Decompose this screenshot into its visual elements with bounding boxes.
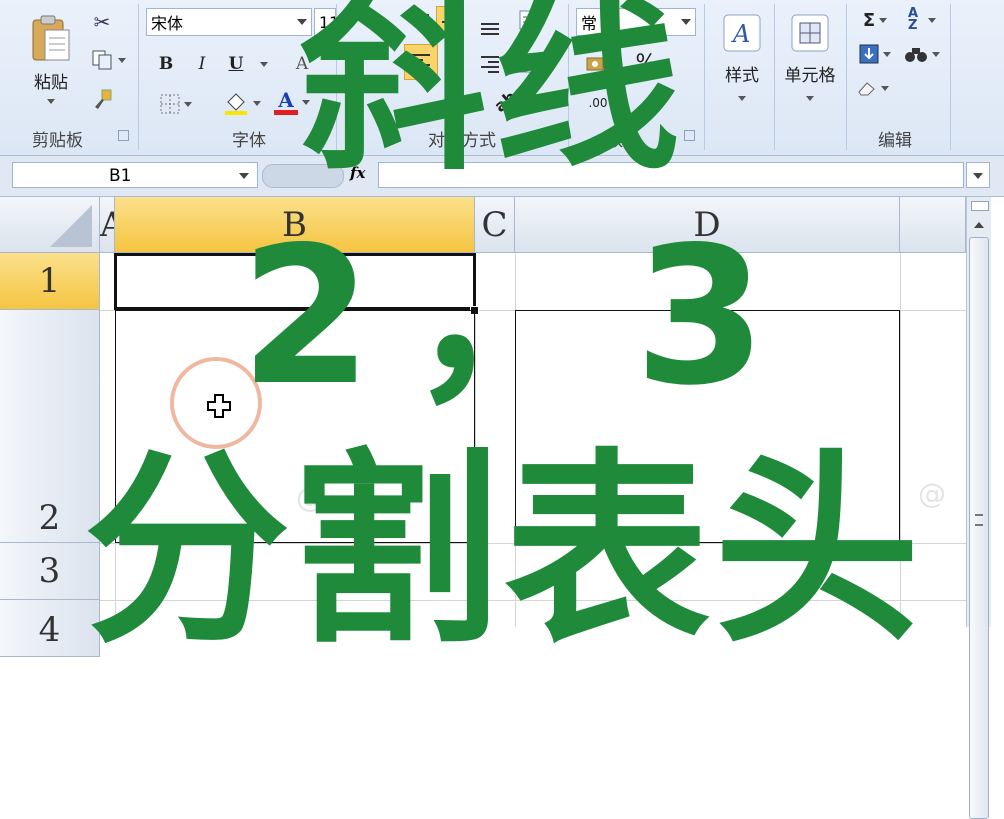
chevron-down-icon [260, 62, 268, 67]
overlay-title-line1: 斜线 [300, 0, 689, 195]
group-divider [704, 4, 705, 150]
chevron-down-icon [928, 17, 936, 23]
chevron-down-icon [881, 85, 889, 91]
copy-icon [92, 50, 112, 70]
font-name-select[interactable]: 宋体 [146, 8, 312, 36]
column-header-e[interactable] [900, 197, 966, 253]
underline-button[interactable]: U [222, 50, 250, 78]
cells-button[interactable]: 单元格 [778, 4, 842, 110]
chevron-down-icon [253, 100, 261, 106]
clipboard-launcher-icon[interactable] [118, 130, 129, 141]
paint-bucket-icon [225, 93, 247, 115]
scroll-up-button[interactable] [969, 215, 989, 235]
row-header-1[interactable]: 1 [0, 253, 100, 310]
paste-button[interactable]: 粘贴 [20, 4, 82, 114]
chevron-down-icon [879, 17, 888, 23]
font-color-glyph: A [278, 87, 294, 112]
cut-button[interactable]: ✂ [88, 8, 116, 36]
sort-glyph: A Z [908, 6, 919, 33]
borders-button[interactable] [152, 90, 200, 118]
cells-icon [791, 14, 829, 52]
chevron-down-icon [973, 173, 983, 179]
styles-icon: A [723, 14, 761, 52]
chevron-down-icon [806, 96, 814, 101]
name-box-value: B1 [109, 166, 132, 186]
group-divider [774, 4, 775, 150]
font-group-label: 字体 [232, 131, 266, 151]
font-color-swatch [274, 109, 298, 115]
chevron-down-icon [118, 57, 126, 63]
sort-filter-button[interactable]: A Z [898, 4, 946, 36]
paste-label: 粘贴 [34, 73, 68, 93]
copy-button[interactable] [86, 46, 132, 74]
sum-glyph: Σ [862, 9, 876, 31]
select-all-triangle-icon [50, 205, 92, 247]
brush-icon [95, 89, 112, 109]
cell-cursor-icon [207, 394, 231, 418]
overlay-title-line2: 2，3 [240, 206, 803, 427]
grip-icon [975, 514, 983, 526]
scissors-icon: ✂ [93, 10, 111, 34]
format-painter-button[interactable] [88, 86, 118, 114]
cells-label: 单元格 [784, 66, 836, 86]
group-divider [950, 4, 951, 150]
find-select-button[interactable] [898, 40, 946, 68]
chevron-down-icon [738, 96, 746, 101]
chevron-down-icon [883, 51, 891, 57]
clipboard-icon [32, 15, 70, 61]
overlay-title-line3: 分割表头 [84, 431, 925, 671]
expand-formula-button[interactable] [966, 162, 990, 188]
editing-group-label: 编辑 [878, 131, 912, 151]
fill-button[interactable] [852, 40, 898, 68]
group-divider [846, 4, 847, 150]
binoculars-icon [905, 48, 927, 62]
chevron-down-icon [47, 99, 55, 104]
bold-button[interactable]: B [152, 50, 180, 78]
borders-icon [160, 94, 180, 114]
scroll-thumb[interactable] [969, 237, 989, 819]
italic-button[interactable]: I [188, 50, 216, 78]
chevron-down-icon [184, 101, 192, 107]
eraser-icon [858, 82, 875, 96]
clipboard-group-label: 剪贴板 [32, 131, 83, 151]
chevron-down-icon [239, 173, 249, 179]
fill-color-button[interactable] [218, 88, 266, 118]
styles-button[interactable]: A 样式 [712, 4, 772, 110]
font-name-value: 宋体 [151, 14, 184, 33]
column-header-a[interactable]: A [100, 197, 115, 253]
styles-label: 样式 [725, 66, 759, 86]
select-all-button[interactable] [0, 197, 100, 253]
svg-text:A: A [731, 20, 750, 48]
split-box[interactable] [971, 201, 989, 211]
clear-button[interactable] [852, 74, 894, 102]
group-divider [138, 4, 139, 150]
chevron-down-icon [932, 51, 940, 57]
autosum-button[interactable]: Σ [854, 6, 896, 34]
name-box[interactable]: B1 [12, 162, 258, 188]
fill-down-icon [859, 44, 879, 64]
vertical-scrollbar[interactable] [966, 197, 991, 819]
chevron-up-icon [974, 222, 984, 228]
